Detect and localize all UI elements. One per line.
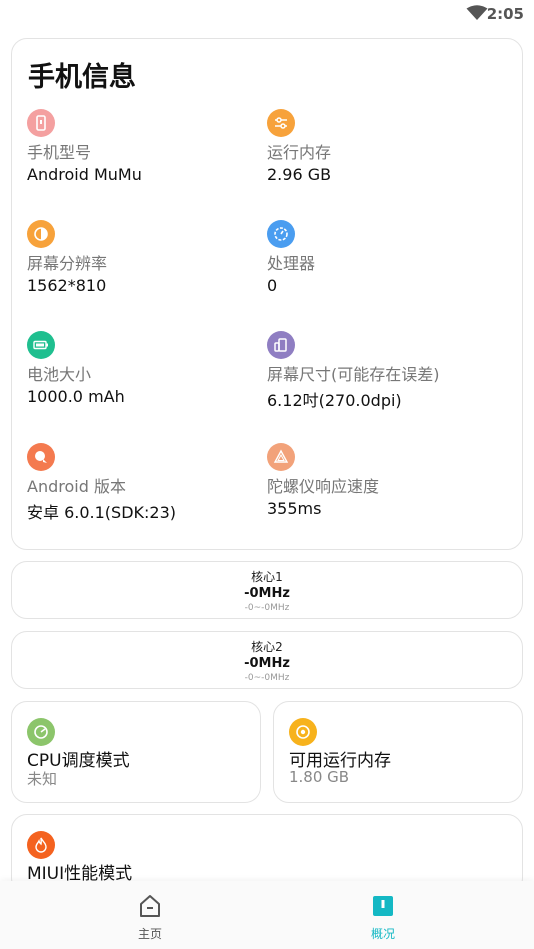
cpu-gauge-icon xyxy=(267,220,295,248)
overview-icon xyxy=(373,896,393,916)
sliders-icon xyxy=(267,109,295,137)
info-label: 屏幕分辨率 xyxy=(27,254,108,273)
core-card: 核心2 -0MHz -0~-0MHz xyxy=(11,631,523,689)
cpu-mode-value: 未知 xyxy=(27,770,58,788)
android-icon xyxy=(27,443,55,471)
contrast-icon xyxy=(27,220,55,248)
free-memory-value: 1.80 GB xyxy=(289,768,350,786)
bottom-navigation: 主页 概况 xyxy=(0,881,534,949)
info-label: 运行内存 xyxy=(267,143,332,162)
card-title: 手机信息 xyxy=(28,62,136,93)
info-label: 电池大小 xyxy=(27,365,92,384)
core-range: -0~-0MHz xyxy=(244,603,290,613)
wifi-icon xyxy=(466,5,488,20)
info-value: 355ms xyxy=(267,499,322,518)
info-item-ram: 运行内存 2.96 GB xyxy=(267,109,497,184)
status-bar: 2:05 xyxy=(0,0,534,30)
info-label: Android 版本 xyxy=(27,477,126,496)
info-value: 0 xyxy=(267,276,278,295)
home-icon xyxy=(140,895,160,917)
screen-size-icon xyxy=(267,331,295,359)
info-item-android-version: Android 版本 安卓 6.0.1(SDK:23) xyxy=(27,443,257,523)
info-item-resolution: 屏幕分辨率 1562*810 xyxy=(27,220,257,295)
nav-home[interactable]: 主页 xyxy=(120,893,180,942)
info-value: Android MuMu xyxy=(27,165,142,184)
phone-info-card: 手机信息 手机型号 Android MuMu 运行内存 2.96 GB 屏幕分辨… xyxy=(11,38,523,550)
free-memory-card[interactable]: 可用运行内存 1.80 GB xyxy=(273,701,523,803)
core-card: 核心1 -0MHz -0~-0MHz xyxy=(11,561,523,619)
status-time: 2:05 xyxy=(486,5,524,23)
info-item-gyroscope: 陀螺仪响应速度 355ms xyxy=(267,443,497,518)
nav-home-label: 主页 xyxy=(137,927,162,941)
core-name: 核心2 xyxy=(251,640,283,654)
info-label: 陀螺仪响应速度 xyxy=(267,477,380,496)
info-item-processor: 处理器 0 xyxy=(267,220,497,295)
battery-icon xyxy=(27,331,55,359)
core-frequency: -0MHz xyxy=(244,586,290,601)
info-item-battery: 电池大小 1000.0 mAh xyxy=(27,331,257,406)
info-value: 2.96 GB xyxy=(267,165,332,184)
info-value: 1000.0 mAh xyxy=(27,387,125,406)
info-label: 手机型号 xyxy=(27,143,92,162)
core-range: -0~-0MHz xyxy=(244,673,290,683)
flame-icon xyxy=(27,831,55,859)
gyroscope-icon xyxy=(267,443,295,471)
info-item-screen-size: 屏幕尺寸(可能存在误差) 6.12吋(270.0dpi) xyxy=(267,331,497,411)
info-value: 1562*810 xyxy=(27,276,107,295)
info-item-model: 手机型号 Android MuMu xyxy=(27,109,257,184)
info-value: 安卓 6.0.1(SDK:23) xyxy=(27,503,177,522)
phone-icon xyxy=(27,109,55,137)
nav-overview[interactable]: 概况 xyxy=(353,893,413,942)
info-label: 处理器 xyxy=(267,254,316,273)
cpu-mode-icon xyxy=(27,718,55,746)
nav-overview-label: 概况 xyxy=(370,927,395,941)
cpu-mode-card[interactable]: CPU调度模式 未知 xyxy=(11,701,261,803)
info-label: 屏幕尺寸(可能存在误差) xyxy=(267,365,440,384)
core-frequency: -0MHz xyxy=(244,656,290,671)
core-name: 核心1 xyxy=(251,570,283,584)
memory-icon xyxy=(289,718,317,746)
info-value: 6.12吋(270.0dpi) xyxy=(267,391,402,410)
